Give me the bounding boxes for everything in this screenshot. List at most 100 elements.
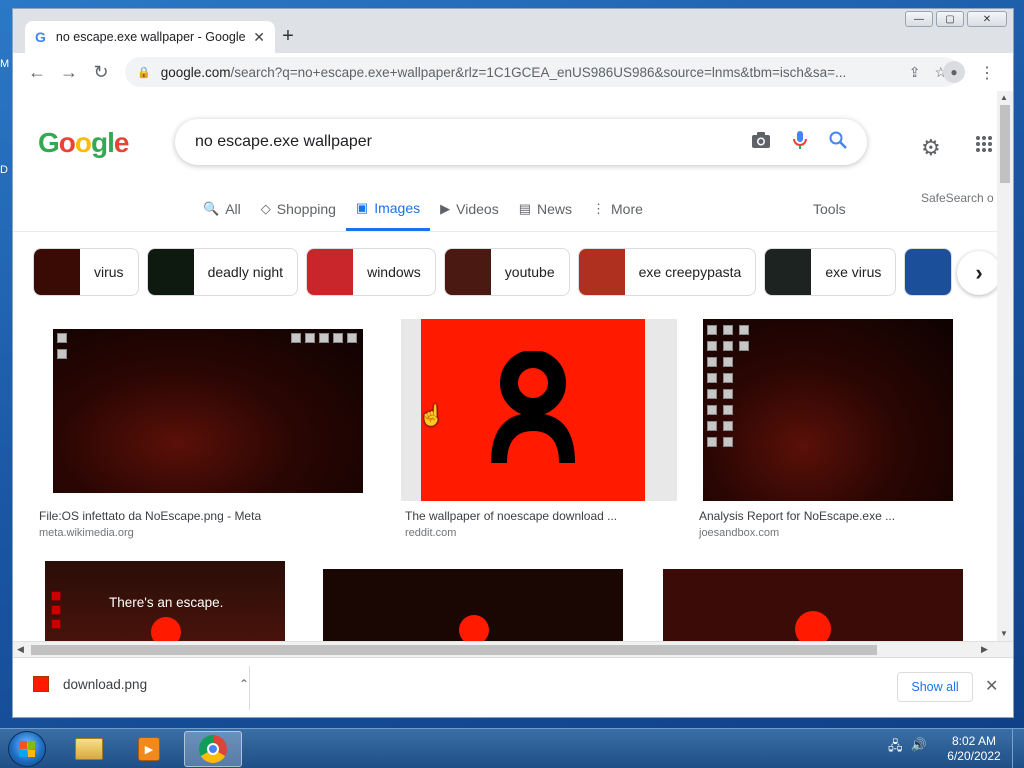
scroll-left-icon[interactable]: ◀ (17, 644, 24, 655)
browser-tab[interactable]: G no escape.exe wallpaper - Google ✕ (25, 21, 275, 53)
result-thumbnail[interactable] (703, 319, 953, 501)
tab-images[interactable]: ▣ Images (345, 197, 431, 231)
result-caption[interactable]: Analysis Report for NoEscape.exe ... (699, 509, 895, 523)
result-thumbnail[interactable] (663, 569, 963, 641)
tab-more[interactable]: ⋮ More (582, 197, 653, 231)
result-thumbnail[interactable] (53, 329, 363, 493)
tab-label: Images (374, 199, 421, 216)
chip-thumbnail (578, 249, 625, 295)
taskbar-media-player[interactable]: ▶ (120, 731, 178, 767)
safesearch-toggle[interactable]: SafeSearch o (921, 191, 994, 205)
scrollbar-thumb[interactable] (1000, 105, 1010, 183)
show-all-downloads-button[interactable]: Show all (897, 672, 973, 702)
taskbar-clock[interactable]: 8:02 AM 6/20/2022 (944, 734, 1004, 764)
file-icon (319, 333, 329, 343)
browser-toolbar: ← → ↻ 🔒 google.com/search?q=no+escape.ex… (13, 53, 1013, 91)
start-button[interactable] (8, 731, 46, 767)
network-icon[interactable]: 🖧 (888, 737, 903, 759)
logo-letter: g (91, 127, 108, 158)
download-filename: download.png (63, 676, 148, 692)
chip-exe-creepypasta[interactable]: exe creepypasta (577, 248, 757, 296)
share-icon[interactable]: ⇪ (909, 64, 921, 81)
horizontal-scrollbar[interactable]: ◀ ▶ (13, 641, 1013, 657)
google-apps-icon[interactable] (975, 135, 993, 158)
media-player-icon: ▶ (138, 737, 160, 761)
scroll-up-icon[interactable]: ▲ (1000, 93, 1008, 102)
chip-partial[interactable] (904, 248, 953, 296)
image-result[interactable]: Analysis Report for NoEscape.exe ... joe… (685, 319, 985, 541)
image-result[interactable]: There's an escape. (45, 561, 285, 641)
file-icon (57, 333, 67, 343)
chip-windows[interactable]: windows (306, 248, 436, 296)
camera-icon[interactable] (751, 131, 771, 154)
tab-label: News (537, 201, 573, 217)
result-thumbnail[interactable] (323, 569, 623, 641)
chip-label: windows (367, 264, 421, 280)
back-icon[interactable]: ← (21, 56, 53, 88)
reload-icon[interactable]: ↻ (85, 56, 117, 88)
browser-menu-icon[interactable]: ⋮ (979, 63, 995, 83)
file-icon (707, 389, 717, 399)
search-icon[interactable] (829, 131, 847, 154)
vertical-scrollbar[interactable]: ▲ ▼ (997, 91, 1013, 641)
chip-youtube[interactable]: youtube (443, 248, 570, 296)
chip-thumbnail (765, 249, 812, 295)
logo-letter: G (38, 127, 60, 158)
file-icon (723, 437, 733, 447)
tab-all[interactable]: 🔍 All (193, 197, 251, 231)
tab-videos[interactable]: ▶ Videos (430, 197, 509, 231)
settings-gear-icon[interactable]: ⚙ (921, 135, 941, 161)
tab-shopping[interactable]: ◇ Shopping (251, 197, 346, 231)
microphone-icon[interactable] (793, 130, 807, 155)
file-icon (333, 333, 343, 343)
chip-label: deadly night (207, 264, 284, 280)
image-result[interactable]: ☝ The wallpaper of noescape download ...… (401, 319, 677, 541)
lock-icon: 🔒 (137, 66, 151, 79)
file-icon (707, 357, 717, 367)
logo-letter: l (107, 127, 115, 158)
scroll-right-icon[interactable]: ▶ (981, 644, 988, 655)
profile-avatar-icon[interactable]: ● (943, 61, 965, 83)
download-item[interactable]: download.png ⌃ (33, 676, 249, 692)
result-thumbnail[interactable]: There's an escape. (45, 561, 285, 641)
chip-exe-virus[interactable]: exe virus (764, 248, 897, 296)
file-icon (739, 341, 749, 351)
result-caption[interactable]: The wallpaper of noescape download ... (405, 509, 617, 523)
close-download-bar-icon[interactable]: ✕ (985, 676, 998, 696)
volume-icon[interactable]: 🔊 (911, 737, 927, 759)
image-result[interactable] (663, 569, 963, 641)
taskbar-explorer[interactable] (60, 731, 118, 767)
search-box[interactable]: no escape.exe wallpaper (175, 119, 867, 165)
logo-letter: o (74, 127, 92, 158)
result-source[interactable]: joesandbox.com (699, 527, 779, 539)
scrollbar-thumb[interactable] (31, 645, 877, 655)
tools-button[interactable]: Tools (813, 201, 846, 217)
result-source[interactable]: reddit.com (405, 527, 456, 539)
file-icon (305, 333, 315, 343)
chips-next-arrow-icon[interactable]: › (957, 251, 997, 295)
browser-window: — ▢ ✕ G no escape.exe wallpaper - Google… (12, 8, 1014, 718)
file-icon (723, 421, 733, 431)
chip-virus[interactable]: virus (33, 248, 139, 296)
result-thumbnail-frame[interactable]: ☝ (401, 319, 677, 501)
folder-icon (75, 738, 103, 760)
close-tab-icon[interactable]: ✕ (253, 29, 265, 46)
search-type-tabs: 🔍 All ◇ Shopping ▣ Images ▶ Videos ▤ News ⋮ Mo… (193, 197, 653, 231)
chip-deadly-night[interactable]: deadly night (146, 248, 299, 296)
scroll-down-icon[interactable]: ▼ (1000, 629, 1008, 638)
search-input[interactable]: no escape.exe wallpaper (195, 133, 729, 151)
image-result[interactable] (323, 569, 623, 641)
thumbnail-overlay-text: There's an escape. (109, 595, 224, 610)
tab-news[interactable]: ▤ News (509, 197, 582, 231)
address-bar[interactable]: 🔒 google.com/search?q=no+escape.exe+wall… (125, 57, 959, 87)
image-result[interactable]: File:OS infettato da NoEscape.png - Meta… (35, 319, 381, 541)
taskbar-chrome[interactable] (184, 731, 242, 767)
chevron-up-icon[interactable]: ⌃ (239, 677, 249, 691)
result-caption[interactable]: File:OS infettato da NoEscape.png - Meta (39, 509, 261, 523)
new-tab-button[interactable]: + (275, 25, 301, 48)
forward-icon[interactable]: → (53, 56, 85, 88)
google-doodle-logo[interactable]: Google (38, 127, 129, 159)
file-icon (707, 373, 717, 383)
show-desktop-button[interactable] (1012, 729, 1024, 768)
result-source[interactable]: meta.wikimedia.org (39, 527, 134, 539)
